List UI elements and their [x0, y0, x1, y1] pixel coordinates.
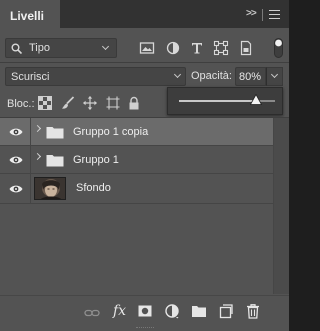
folder-icon [46, 155, 64, 167]
visibility-toggle[interactable] [0, 118, 31, 146]
opacity-dropdown-button[interactable] [266, 67, 283, 86]
chevron-right-icon[interactable] [33, 152, 42, 161]
fx-icon[interactable]: fx [113, 303, 126, 319]
chevron-down-icon [270, 70, 279, 79]
chevron-right-icon[interactable] [33, 124, 42, 133]
header-divider [262, 9, 263, 21]
layer-row-gruppo-1[interactable]: Gruppo 1 [0, 146, 273, 174]
new-group-icon[interactable] [191, 303, 207, 319]
filter-kind-select[interactable]: Tipo [5, 38, 117, 58]
layer-name: Gruppo 1 copia [73, 126, 149, 138]
panel-header: Livelli >> [0, 0, 289, 28]
layer-name: Sfondo [76, 182, 111, 194]
filter-kind-label: Tipo [29, 42, 50, 54]
search-icon [11, 43, 22, 54]
layer-name: Gruppo 1 [73, 154, 119, 166]
image-filter-icon[interactable] [139, 40, 155, 56]
layers-panel: Livelli >> Tipo Scurisci Opacità: 80% Bl… [0, 0, 289, 331]
visibility-toggle[interactable] [0, 146, 31, 174]
layers-scrollbar[interactable] [273, 118, 289, 294]
lock-image-pixels-icon[interactable] [61, 96, 75, 110]
filter-toggle-icon[interactable] [274, 38, 283, 58]
adjustment-filter-icon[interactable] [165, 40, 181, 56]
opacity-input[interactable]: 80% [235, 67, 266, 86]
layer-row-gruppo-1-copia[interactable]: Gruppo 1 copia [0, 118, 273, 146]
shape-filter-icon[interactable] [213, 40, 229, 56]
blend-mode-label: Scurisci [11, 71, 50, 83]
adjustment-layer-icon[interactable] [164, 303, 180, 319]
opacity-slider-popup [167, 87, 283, 115]
lock-label: Bloc.: [7, 98, 35, 110]
layer-row-sfondo[interactable]: Sfondo [0, 174, 273, 204]
section-divider [0, 62, 289, 63]
layer-thumbnail [34, 177, 66, 200]
lock-artboard-icon[interactable] [106, 96, 120, 110]
type-filter-icon[interactable] [189, 40, 205, 56]
chevron-down-icon [173, 70, 182, 79]
tab-layers[interactable]: Livelli [0, 0, 60, 28]
collapse-panel-button[interactable]: >> [246, 8, 257, 19]
chevron-down-icon [101, 42, 110, 51]
delete-layer-icon[interactable] [245, 303, 261, 319]
link-layers-icon[interactable] [84, 305, 100, 321]
blend-mode-select[interactable]: Scurisci [5, 67, 186, 86]
smart-object-filter-icon[interactable] [238, 40, 254, 56]
new-layer-icon[interactable] [218, 303, 234, 319]
add-mask-icon[interactable] [137, 303, 153, 319]
visibility-toggle[interactable] [0, 174, 31, 204]
lock-position-icon[interactable] [83, 96, 97, 110]
resize-grip[interactable] [136, 327, 154, 329]
opacity-slider-fill [179, 100, 256, 102]
opacity-label: Opacità: [191, 70, 232, 82]
panel-menu-icon[interactable] [269, 10, 280, 19]
opacity-slider-thumb[interactable] [249, 94, 262, 105]
lock-transparent-pixels-icon[interactable] [38, 96, 52, 110]
eye-icon [9, 185, 23, 193]
eye-icon [9, 128, 23, 136]
eye-icon [9, 156, 23, 164]
lock-all-icon[interactable] [127, 96, 141, 110]
folder-icon [46, 127, 64, 139]
